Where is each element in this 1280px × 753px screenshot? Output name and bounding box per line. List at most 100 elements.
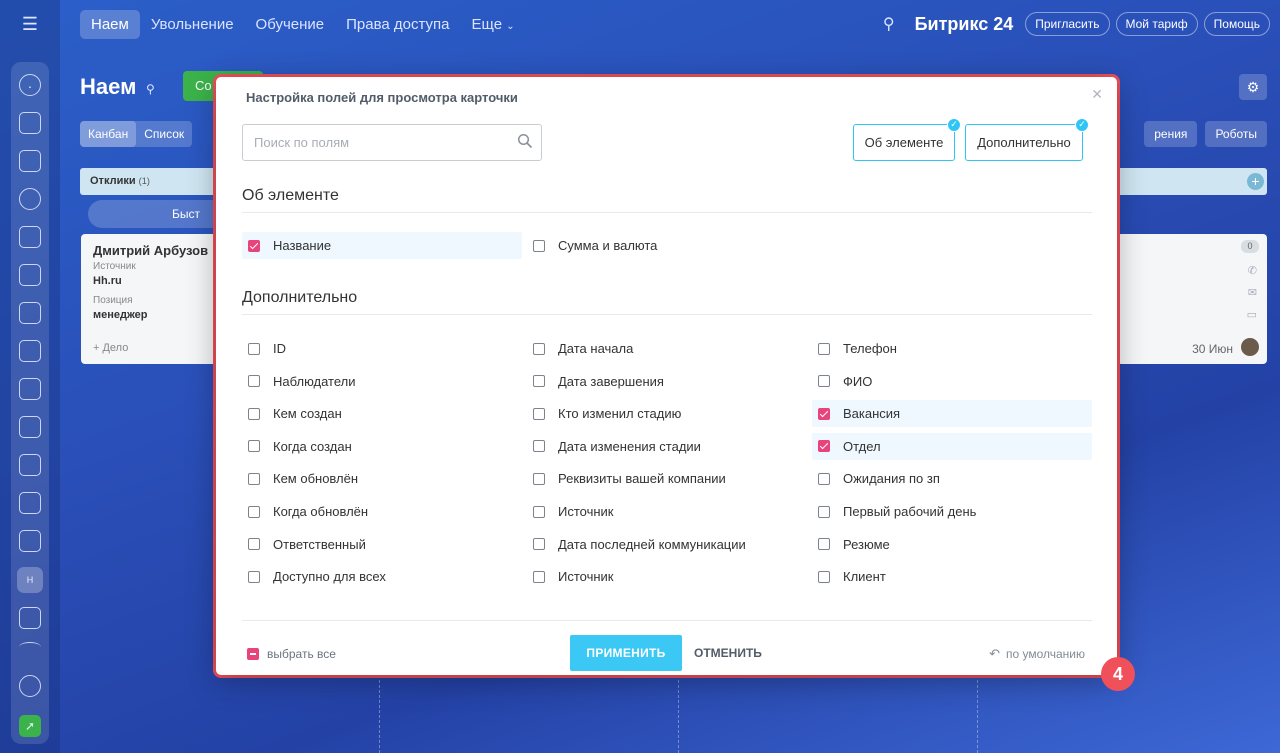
view-kanban[interactable]: Канбан [80,121,137,147]
schedule-icon[interactable] [19,607,41,629]
checkbox-unchecked[interactable] [818,375,830,388]
brand-logo[interactable]: Битрикс 24 [915,14,1014,35]
gear-icon[interactable]: ⚙ [1239,74,1267,100]
checkbox-unchecked[interactable] [818,342,830,355]
field-option[interactable]: Источник [527,563,807,590]
checkbox-unchecked[interactable] [248,505,260,518]
checkbox-unchecked[interactable] [818,472,830,485]
envelope-icon[interactable]: ✉ [1248,286,1257,299]
robot-icon[interactable] [19,302,41,324]
checkbox-unchecked[interactable] [533,342,545,355]
cancel-button[interactable]: ОТМЕНИТЬ [694,635,762,671]
filter-icon[interactable] [19,226,41,248]
checkbox-unchecked[interactable] [248,375,260,388]
contacts-icon[interactable] [19,454,41,476]
tasks-icon[interactable] [19,112,41,134]
crm-icon[interactable] [19,188,41,210]
automation-rules-button[interactable]: рения [1144,121,1198,147]
checkbox-checked[interactable] [818,440,830,453]
calendar-icon[interactable] [19,264,41,286]
chat-icon[interactable] [19,150,41,172]
section-toggle-extra[interactable]: Дополнительно ✓ [965,118,1089,161]
field-option[interactable]: Отдел [812,432,1092,460]
checkbox-unchecked[interactable] [533,407,545,420]
field-option[interactable]: Наблюдатели [242,368,522,395]
checkbox-unchecked[interactable] [248,342,260,355]
checkbox-unchecked[interactable] [248,472,260,485]
kanban-card[interactable]: Дмитрий Арбузов Источник Hh.ru Позиция м… [81,234,231,364]
robots-button[interactable]: Роботы [1205,121,1267,147]
tab-dismissal[interactable]: Увольнение [140,10,245,39]
mail-icon[interactable] [19,416,41,438]
settings-icon[interactable] [19,675,41,697]
field-option[interactable]: Доступно для всех [242,563,522,590]
avatar[interactable]: Н [17,567,43,593]
card-icon[interactable] [19,378,41,400]
apply-button[interactable]: ПРИМЕНИТЬ [570,635,682,671]
checkbox-unchecked[interactable] [533,440,545,453]
menu-icon[interactable]: ☰ [20,14,40,34]
add-column-icon[interactable]: + [1247,173,1264,190]
checkbox-checked[interactable] [818,407,830,420]
invite-button[interactable]: Пригласить [1025,12,1110,36]
field-option[interactable]: Первый рабочий день [812,498,1092,525]
checkbox-unchecked[interactable] [533,505,545,518]
checkbox-unchecked[interactable] [248,440,260,453]
search-icon[interactable] [517,133,533,149]
checkbox-unchecked[interactable] [818,505,830,518]
select-all-toggle[interactable]: выбрать все [247,647,336,661]
field-option[interactable]: Ожидания по зп [812,465,1092,492]
view-list[interactable]: Список [136,121,192,147]
phone-icon[interactable]: ✆ [1248,264,1257,277]
field-option[interactable]: Дата изменения стадии [527,433,807,460]
card-avatar[interactable] [1241,338,1259,356]
reset-default-button[interactable]: ↶ по умолчанию [989,646,1085,662]
field-option[interactable]: ФИО [812,368,1092,395]
field-option[interactable]: Дата начала [527,335,807,362]
document-icon[interactable] [19,340,41,362]
checkbox-unchecked[interactable] [248,538,260,551]
pin-icon[interactable]: ⚲ [146,82,155,96]
tab-training[interactable]: Обучение [245,10,336,39]
field-option[interactable]: Клиент [812,563,1092,590]
kanban-card-2[interactable]: 0 ✆ ✉ ▭ 30 Июн [1117,234,1267,364]
search-icon[interactable]: ⚲ [883,14,895,34]
field-option[interactable]: Когда создан [242,433,522,460]
field-option[interactable]: Резюме [812,531,1092,558]
field-option[interactable]: Дата последней коммуникации [527,531,807,558]
field-option[interactable]: Кто изменил стадию [527,400,807,427]
rocket-icon[interactable]: ➚ [19,715,41,737]
field-option[interactable]: Когда обновлён [242,498,522,525]
checkbox-icon[interactable] [19,530,41,552]
checkbox-unchecked[interactable] [533,570,545,583]
field-option[interactable]: Телефон [812,335,1092,362]
checkbox-unchecked[interactable] [248,407,260,420]
tab-hire[interactable]: Наем [80,10,140,39]
section-toggle-about[interactable]: Об элементе ✓ [853,118,961,161]
field-option[interactable]: Дата завершения [527,368,807,395]
field-option[interactable]: Название [242,232,522,259]
pulse-icon[interactable]: · [19,74,41,96]
checkbox-unchecked[interactable] [533,375,545,388]
close-icon[interactable]: ✕ [1091,86,1103,103]
search-input[interactable] [243,125,511,160]
checkbox-unchecked[interactable] [818,570,830,583]
checkbox-unchecked[interactable] [818,538,830,551]
checkbox-unchecked[interactable] [533,538,545,551]
help-button[interactable]: Помощь [1203,12,1270,36]
tab-access[interactable]: Права доступа [335,10,460,39]
comment-icon[interactable]: ▭ [1247,308,1257,321]
presentation-icon[interactable] [19,492,41,514]
field-option[interactable]: Реквизиты вашей компании [527,465,807,492]
quick-add-button[interactable]: Быст [88,200,228,228]
checkbox-unchecked[interactable] [533,472,545,485]
field-option[interactable]: Ответственный [242,531,522,558]
field-option[interactable]: Источник [527,498,807,525]
collapse-icon[interactable] [19,642,41,652]
field-option[interactable]: Вакансия [812,400,1092,428]
checkbox-unchecked[interactable] [248,570,260,583]
checkbox-checked[interactable] [248,239,260,252]
tariff-button[interactable]: Мой тариф [1115,12,1198,36]
card-add-deal[interactable]: + Дело [93,342,128,354]
field-option[interactable]: Сумма и валюта [527,232,807,259]
